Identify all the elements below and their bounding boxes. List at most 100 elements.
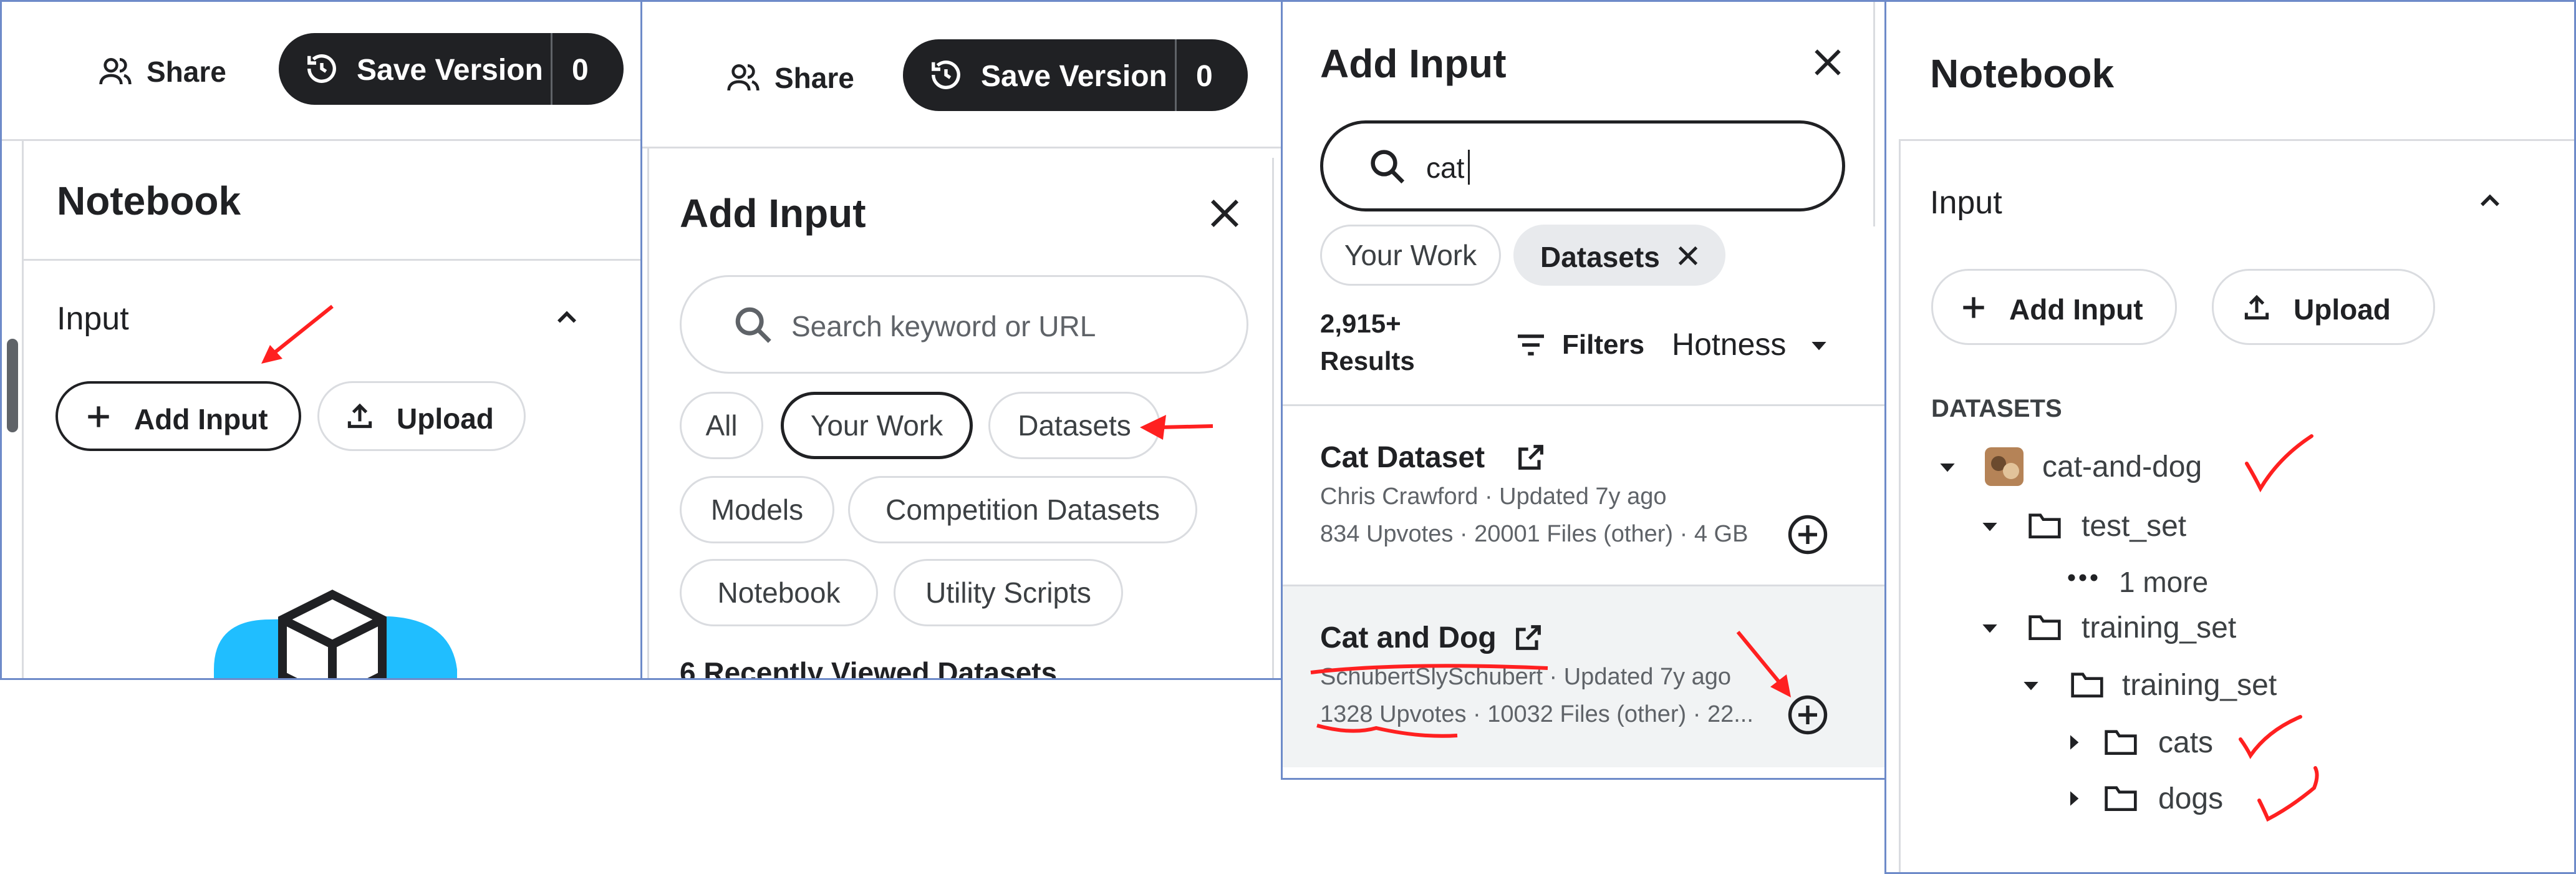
caret-down-icon[interactable]	[1977, 513, 2002, 538]
chip-your-work[interactable]: Your Work	[1320, 225, 1501, 286]
sort-select[interactable]: Hotness	[1672, 326, 1786, 362]
search-input[interactable]: cat	[1320, 120, 1845, 211]
section-divider	[1899, 139, 2574, 141]
annotation-underline	[1308, 657, 1551, 682]
save-version-button[interactable]: Save Version 0	[279, 33, 624, 105]
recently-viewed-heading: 6 Recently Viewed Datasets	[680, 656, 1058, 680]
save-version-label: Save Version	[981, 60, 1167, 93]
search-placeholder: Search keyword or URL	[791, 310, 1096, 342]
chip-datasets[interactable]: Datasets	[1513, 225, 1725, 286]
filter-utility-scripts[interactable]: Utility Scripts	[894, 559, 1123, 626]
dataset-thumbnail	[1985, 447, 2024, 486]
external-link-icon[interactable]	[1515, 441, 1547, 473]
add-input-title: Add Input	[1320, 41, 1507, 86]
search-value: cat	[1426, 152, 1465, 184]
caret-right-icon[interactable]	[2061, 786, 2086, 811]
share-label: Share	[774, 62, 854, 94]
scrollbar-thumb[interactable]	[7, 339, 18, 432]
section-divider	[24, 259, 640, 261]
add-input-label: Add Input	[134, 403, 268, 435]
add-input-label: Add Input	[2009, 293, 2143, 326]
panel-notebook-result: Notebook Input Add Input Upload DATASETS…	[1884, 0, 2576, 874]
panel-search-results: Add Input cat Your Work Datasets 2,915+ …	[1281, 0, 1888, 780]
save-version-count: 0	[1196, 60, 1213, 93]
panel-notebook-initial: Share Save Version 0 Notebook Input Add …	[0, 0, 642, 680]
sidebar-divider	[647, 147, 649, 678]
filter-all[interactable]: All	[680, 392, 763, 459]
result-item[interactable]: Cat Dataset Chris Crawford · Updated 7y …	[1283, 406, 1886, 585]
add-circle-icon[interactable]	[1785, 512, 1830, 557]
datasets-heading: DATASETS	[1931, 395, 2062, 422]
filter-your-work[interactable]: Your Work	[781, 392, 973, 459]
add-input-button[interactable]: Add Input	[1931, 269, 2177, 345]
caret-down-icon[interactable]	[1935, 454, 1960, 479]
tree-item-folder[interactable]: cats	[1886, 714, 2572, 770]
upload-button[interactable]: Upload	[317, 381, 526, 451]
search-input[interactable]: Search keyword or URL	[680, 275, 1248, 374]
result-author: Chris Crawford · Updated 7y ago	[1320, 483, 1667, 510]
annotation-check	[2242, 432, 2317, 495]
filters-button[interactable]: Filters	[1562, 329, 1644, 361]
close-icon[interactable]	[1808, 42, 1848, 82]
input-heading: Input	[57, 301, 129, 337]
share-label: Share	[147, 56, 226, 88]
notebook-title: Notebook	[57, 178, 241, 223]
tree-item-dataset[interactable]: cat-and-dog	[1886, 439, 2572, 495]
tree-label: training_set	[2122, 669, 2277, 702]
filter-icon[interactable]	[1513, 328, 1548, 362]
close-icon[interactable]	[1204, 192, 1246, 235]
chevron-up-icon[interactable]	[2474, 185, 2506, 217]
external-link-icon[interactable]	[1512, 621, 1545, 654]
caret-down-icon[interactable]	[2019, 672, 2043, 697]
annotation-arrow	[1135, 407, 1216, 445]
folder-icon	[2027, 611, 2062, 643]
annotation-check	[2254, 763, 2323, 825]
upload-icon	[344, 401, 375, 432]
share-button[interactable]: Share	[89, 36, 239, 105]
tree-item-more[interactable]: 1 more	[1886, 556, 2572, 606]
upload-label: Upload	[397, 402, 494, 435]
caret-down-icon[interactable]	[1977, 615, 2002, 640]
caret-right-icon[interactable]	[2061, 730, 2086, 755]
chevron-up-icon[interactable]	[551, 301, 583, 334]
header-divider	[642, 147, 1284, 148]
search-icon	[731, 303, 775, 347]
input-heading: Input	[1930, 185, 2002, 221]
result-title[interactable]: Cat and Dog	[1320, 621, 1497, 655]
header-divider	[2, 139, 640, 141]
text-cursor	[1468, 150, 1470, 185]
panel-right-edge	[1272, 158, 1274, 678]
results-label: Results	[1320, 346, 1415, 376]
folder-icon	[2103, 726, 2138, 758]
result-title[interactable]: Cat Dataset	[1320, 440, 1485, 475]
tree-item-folder[interactable]: training_set	[1886, 657, 2572, 713]
save-version-button[interactable]: Save Version 0	[903, 39, 1248, 111]
upload-button[interactable]: Upload	[2212, 269, 2435, 345]
folder-icon	[2070, 668, 2105, 701]
result-stats: 834 Upvotes · 20001 Files (other) · 4 GB	[1320, 521, 1749, 547]
tree-item-folder[interactable]: dogs	[1886, 770, 2572, 827]
filter-competition-datasets[interactable]: Competition Datasets	[848, 476, 1197, 543]
panel-add-input: Share Save Version 0 Add Input Search ke…	[640, 0, 1286, 680]
empty-state-illustration	[201, 582, 463, 678]
close-icon[interactable]	[1674, 241, 1702, 270]
tree-label: training_set	[2082, 611, 2237, 644]
people-icon	[98, 54, 133, 89]
upload-label: Upload	[2294, 293, 2391, 326]
plus-icon	[1958, 292, 1989, 323]
add-input-title: Add Input	[680, 191, 866, 236]
caret-down-icon[interactable]	[1807, 333, 1831, 357]
tree-item-folder[interactable]: test_set	[1886, 498, 2572, 554]
annotation-underline	[1314, 719, 1464, 744]
add-input-button[interactable]: Add Input	[55, 381, 301, 451]
save-version-count: 0	[572, 54, 589, 87]
upload-icon	[2241, 292, 2272, 323]
filter-models[interactable]: Models	[680, 476, 834, 543]
share-button[interactable]: Share	[717, 42, 867, 111]
chip-datasets-label: Datasets	[1540, 241, 1660, 273]
search-icon	[1367, 146, 1408, 187]
tree-label: cat-and-dog	[2042, 450, 2202, 483]
tree-item-folder[interactable]: training_set	[1886, 600, 2572, 656]
filter-notebook[interactable]: Notebook	[680, 559, 878, 626]
divider	[551, 33, 552, 105]
